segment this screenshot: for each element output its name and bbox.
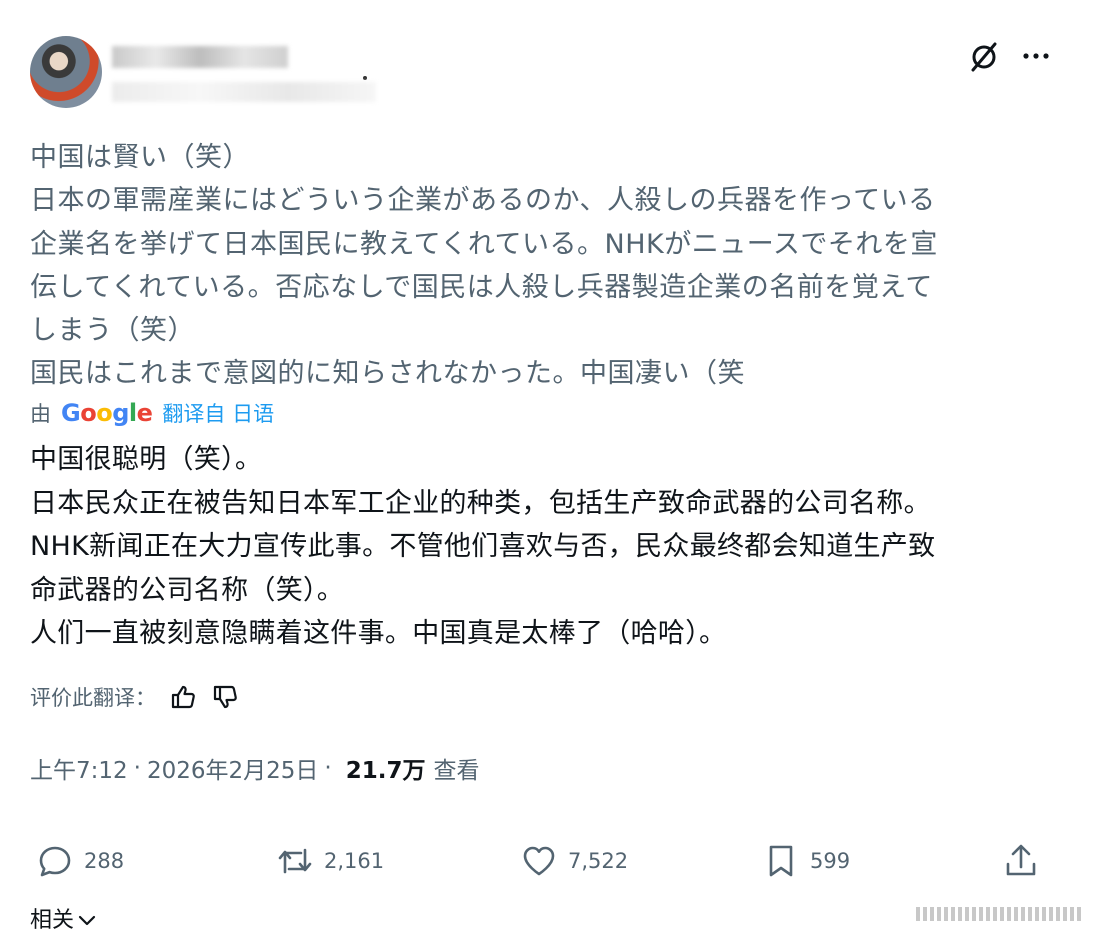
watermark bbox=[916, 906, 1094, 922]
rate-translation: 评价此翻译： bbox=[30, 680, 240, 714]
reply-icon bbox=[39, 846, 71, 877]
repost-button[interactable]: 2,161 bbox=[276, 838, 384, 884]
thumbs-up-icon[interactable] bbox=[168, 682, 198, 712]
reply-count: 288 bbox=[84, 849, 125, 873]
chevron-down-icon bbox=[78, 915, 96, 926]
translation-attribution: 由 Google 翻译自 日语 bbox=[30, 398, 274, 428]
avatar[interactable] bbox=[30, 36, 102, 108]
meta-separator: · bbox=[133, 755, 141, 781]
separator-dot bbox=[363, 76, 367, 80]
google-logo: Google bbox=[61, 399, 153, 427]
post-time[interactable]: 上午7:12 bbox=[30, 751, 128, 785]
display-name-redacted[interactable] bbox=[112, 46, 288, 68]
bookmark-count: 599 bbox=[810, 849, 851, 873]
action-bar: 288 2,161 7,522 599 bbox=[30, 838, 1050, 884]
like-button[interactable]: 7,522 bbox=[520, 838, 628, 884]
post-meta: 上午7:12 · 2026年2月25日 · 21.7万 查看 bbox=[30, 750, 479, 786]
bookmark-button[interactable]: 599 bbox=[762, 838, 850, 884]
views-count: 21.7万 bbox=[345, 758, 426, 784]
translated-by-label: 由 bbox=[30, 402, 51, 426]
bookmark-icon bbox=[769, 845, 793, 877]
translated-post-text: 中国很聪明（笑）。 日本民众正在被告知日本军工企业的种类，包括生产致命武器的公司… bbox=[30, 444, 936, 649]
share-icon bbox=[1006, 844, 1036, 876]
reply-button[interactable]: 288 bbox=[36, 838, 124, 884]
thumbs-down-icon[interactable] bbox=[210, 682, 240, 712]
rate-translation-label: 评价此翻译： bbox=[30, 686, 156, 710]
views-label: 查看 bbox=[433, 758, 480, 784]
translated-from-link[interactable]: 翻译自 日语 bbox=[162, 398, 274, 428]
post-date[interactable]: 2026年2月25日 bbox=[147, 751, 318, 785]
repost-count: 2,161 bbox=[324, 849, 385, 873]
related-label: 相关 bbox=[30, 908, 75, 933]
original-post-text: 中国は賢い（笑） 日本の軍需産業にはどういう企業があるのか、人殺しの兵器を作って… bbox=[30, 142, 938, 390]
post-header bbox=[30, 34, 1090, 110]
handle-redacted[interactable] bbox=[112, 82, 376, 102]
related-toggle[interactable]: 相关 bbox=[30, 900, 98, 936]
grok-icon[interactable] bbox=[964, 36, 1004, 76]
like-count: 7,522 bbox=[568, 849, 629, 873]
meta-separator: · bbox=[324, 755, 332, 781]
share-button[interactable] bbox=[1002, 838, 1040, 884]
repost-icon bbox=[278, 848, 312, 874]
heart-icon bbox=[523, 846, 555, 876]
more-icon[interactable] bbox=[1016, 36, 1056, 76]
